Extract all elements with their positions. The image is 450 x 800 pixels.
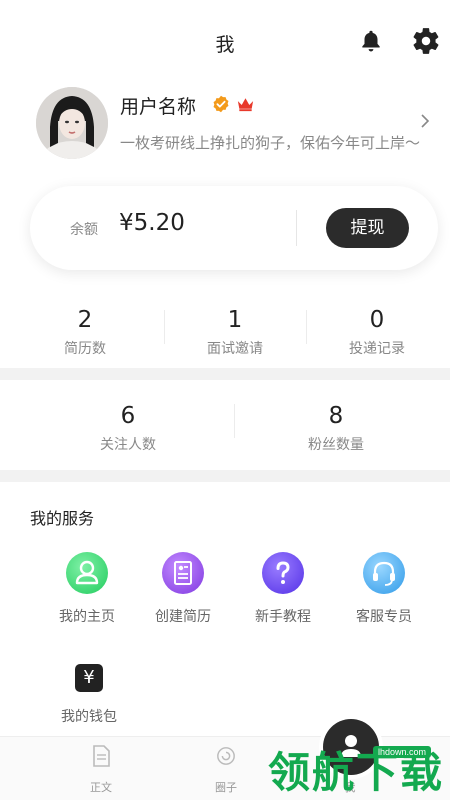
stat-application-records[interactable]: 0 投递记录 xyxy=(302,306,450,358)
service-label: 新手教程 xyxy=(255,609,311,625)
question-icon xyxy=(262,552,304,594)
user-name: 用户名称 xyxy=(120,96,197,118)
stat-label: 投递记录 xyxy=(349,341,405,357)
stat-resume-count[interactable]: 2 简历数 xyxy=(10,306,160,358)
headset-icon xyxy=(363,552,405,594)
stat-value: 2 xyxy=(77,307,93,333)
stats-row-resume: 2 简历数 1 面试邀请 0 投递记录 xyxy=(0,306,450,366)
service-customer-support[interactable]: 客服专员 xyxy=(339,552,429,626)
stat-value: 8 xyxy=(328,403,344,429)
service-my-wallet[interactable]: ¥ 我的钱包 xyxy=(44,658,134,726)
stat-label: 面试邀请 xyxy=(207,341,263,357)
avatar-image xyxy=(36,87,108,159)
withdraw-button[interactable]: 提现 xyxy=(326,208,409,248)
stat-label: 粉丝数量 xyxy=(308,437,364,453)
user-bio: 一枚考研线上挣扎的狗子，保佑今年可上岸～ xyxy=(120,134,421,152)
service-label: 我的主页 xyxy=(59,609,115,625)
tab-label: 圈子 xyxy=(215,781,237,794)
circle-refresh-icon xyxy=(217,747,235,765)
chevron-right-icon[interactable] xyxy=(419,112,431,130)
section-separator xyxy=(0,368,450,380)
divider xyxy=(234,404,235,438)
yuan-icon: ¥ xyxy=(75,664,103,692)
resume-icon xyxy=(162,552,204,594)
balance-label: 余额 xyxy=(70,222,98,238)
top-header: 我 xyxy=(0,0,450,84)
service-label: 创建简历 xyxy=(155,609,211,625)
balance-divider xyxy=(296,210,297,246)
balance-value: ¥5.20 xyxy=(119,210,185,236)
service-my-homepage[interactable]: 我的主页 xyxy=(42,552,132,626)
avatar[interactable] xyxy=(36,87,108,159)
bell-icon[interactable] xyxy=(358,28,384,54)
tab-article[interactable]: 正文 xyxy=(45,737,157,800)
services-title: 我的服务 xyxy=(30,509,95,528)
profile-section[interactable]: 用户名称 一枚考研线上挣扎的狗子，保佑今年可上岸～ xyxy=(0,84,450,184)
stat-value: 6 xyxy=(120,403,136,429)
service-label: 客服专员 xyxy=(356,609,412,625)
watermark-logo: 领航下载 lhdown.com xyxy=(268,745,450,800)
service-create-resume[interactable]: 创建简历 xyxy=(138,552,228,626)
stat-value: 0 xyxy=(369,307,385,333)
watermark-url: lhdown.com xyxy=(373,746,432,758)
balance-card: 余额 ¥5.20 提现 xyxy=(30,186,438,270)
section-separator xyxy=(0,470,450,482)
gear-icon[interactable] xyxy=(412,27,440,55)
service-beginner-tutorial[interactable]: 新手教程 xyxy=(238,552,328,626)
stat-value: 1 xyxy=(227,307,243,333)
verified-badge-icon xyxy=(213,95,229,113)
stat-label: 关注人数 xyxy=(100,437,156,453)
user-icon xyxy=(66,552,108,594)
stats-row-social: 6 关注人数 8 粉丝数量 xyxy=(0,402,450,462)
stat-interview-invites[interactable]: 1 面试邀请 xyxy=(160,306,310,358)
tab-circle[interactable]: 圈子 xyxy=(170,737,282,800)
stat-following-count[interactable]: 6 关注人数 xyxy=(53,402,203,454)
stat-label: 简历数 xyxy=(64,341,106,357)
tab-label: 正文 xyxy=(90,781,112,794)
document-icon xyxy=(93,745,110,767)
service-label: 我的钱包 xyxy=(61,709,117,725)
crown-icon xyxy=(237,98,254,112)
stat-followers-count[interactable]: 8 粉丝数量 xyxy=(261,402,411,454)
